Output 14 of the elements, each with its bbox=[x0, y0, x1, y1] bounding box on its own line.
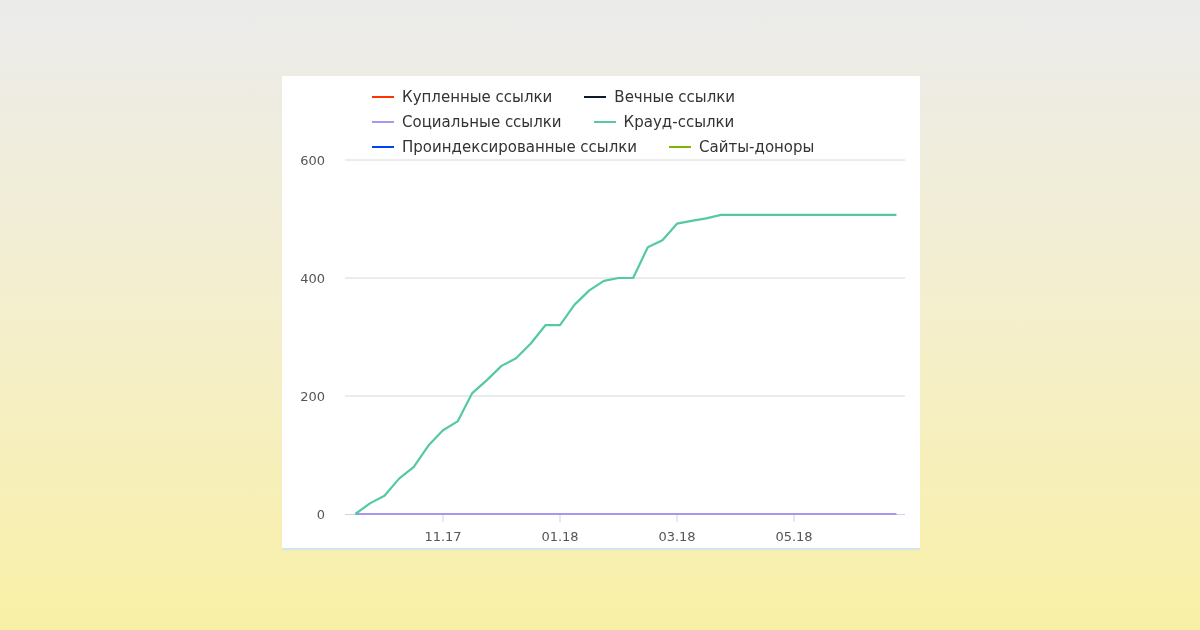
y-axis-label: 400 bbox=[300, 271, 325, 286]
x-axis-label: 01.18 bbox=[541, 529, 579, 544]
x-axis-label: 05.18 bbox=[775, 529, 813, 544]
y-axis-label: 0 bbox=[316, 507, 325, 522]
x-axis-label: 11.17 bbox=[424, 529, 462, 544]
legend-label[interactable]: Купленные ссылки bbox=[402, 88, 553, 106]
y-axis-label: 200 bbox=[300, 389, 325, 404]
y-axis-label: 600 bbox=[300, 153, 325, 168]
legend-label[interactable]: Сайты-доноры bbox=[699, 138, 815, 156]
legend-label[interactable]: Проиндексированные ссылки bbox=[402, 138, 638, 156]
legend-label[interactable]: Вечные ссылки bbox=[614, 88, 736, 106]
legend-label[interactable]: Социальные ссылки bbox=[402, 113, 562, 131]
x-axis-label: 03.18 bbox=[658, 529, 696, 544]
legend-label[interactable]: Крауд-ссылки bbox=[623, 113, 735, 131]
